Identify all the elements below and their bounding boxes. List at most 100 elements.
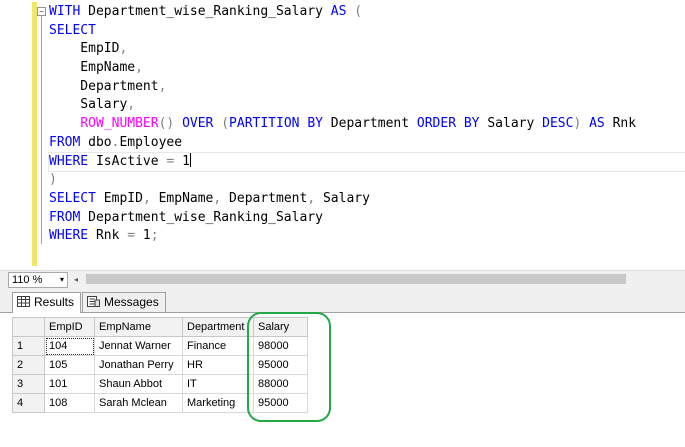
sql-text: Department (221, 190, 308, 206)
column-header-department[interactable]: Department (182, 317, 254, 337)
sql-operator: , (119, 41, 128, 57)
sql-keyword: SELECT (49, 190, 96, 206)
sql-operator: , (135, 60, 143, 76)
sql-text: Department_wise_Ranking_Salary (80, 209, 323, 225)
code-line[interactable]: SELECT EmpID, EmpName, Department, Salar… (49, 190, 685, 209)
column-header-empid[interactable]: EmpID (44, 317, 95, 337)
code-line[interactable]: FROM Department_wise_Ranking_Salary (49, 209, 685, 228)
table-row[interactable]: 4 108 Sarah Mclean Marketing 95000 (12, 393, 308, 413)
sql-text: Department (49, 78, 159, 94)
chevron-down-icon: ▾ (59, 275, 64, 284)
sql-text: 1 (174, 153, 190, 169)
cell-empname[interactable]: Jennat Warner (94, 336, 183, 356)
table-row[interactable]: 1 104 Jennat Warner Finance 98000 (12, 336, 308, 356)
zoom-select[interactable]: 110 % ▾ (8, 272, 68, 288)
zoom-bar: 110 % ▾ ◂ (0, 270, 685, 289)
results-grid: EmpID EmpName Department Salary 1 104 Je… (12, 317, 308, 413)
sql-keyword: DESC (542, 116, 574, 132)
cell-salary[interactable]: 98000 (253, 336, 308, 356)
cell-empid[interactable]: 105 (44, 355, 95, 375)
row-number[interactable]: 3 (12, 374, 45, 394)
sql-keyword: PARTITION BY (229, 116, 323, 132)
column-header-empname[interactable]: EmpName (94, 317, 183, 337)
code-line[interactable]: SELECT (49, 22, 685, 41)
sql-text: IsActive (88, 153, 167, 169)
horizontal-scrollbar[interactable] (86, 274, 626, 284)
sql-operator: , (158, 78, 167, 94)
sql-operator: = (127, 228, 136, 244)
code-line[interactable]: EmpID, (49, 40, 685, 59)
code-line[interactable]: ROW_NUMBER() OVER (PARTITION BY Departme… (49, 115, 685, 134)
row-number[interactable]: 2 (12, 355, 45, 375)
row-number[interactable]: 4 (12, 393, 45, 413)
cell-salary[interactable]: 95000 (253, 355, 308, 375)
text-cursor (189, 152, 191, 167)
cell-department[interactable]: IT (182, 374, 254, 394)
sql-operator: , (142, 190, 151, 206)
sql-text: Salary (49, 97, 128, 113)
code-line[interactable]: EmpName, (49, 59, 685, 78)
tab-results[interactable]: Results (12, 292, 82, 313)
code-line[interactable]: WHERE Rnk = 1; (49, 227, 685, 246)
tab-results-label: Results (34, 295, 75, 309)
code-line[interactable]: WITH Department_wise_Ranking_Salary AS ( (49, 3, 685, 22)
sql-text: Rnk (88, 228, 128, 244)
sql-keyword: WHERE (49, 153, 89, 169)
outline-line (41, 13, 42, 244)
code-line[interactable]: Department, (49, 78, 685, 97)
table-row[interactable]: 3 101 Shaun Abbot IT 88000 (12, 374, 308, 394)
grid-icon (17, 296, 30, 307)
sql-keyword: WHERE (49, 228, 89, 244)
tab-messages[interactable]: Messages (82, 292, 166, 312)
sql-operator: () (158, 116, 175, 132)
row-number[interactable]: 1 (12, 336, 45, 356)
cell-empname[interactable]: Jonathan Perry (94, 355, 183, 375)
cell-salary[interactable]: 88000 (253, 374, 308, 394)
sql-operator: ( (354, 4, 363, 19)
code-line[interactable]: WHERE IsActive = 1 (48, 151, 685, 173)
sql-keyword: ORDER BY (416, 116, 480, 132)
tab-messages-label: Messages (104, 295, 159, 309)
grid-header-row: EmpID EmpName Department Salary (12, 317, 308, 337)
sql-operator: , (307, 190, 316, 206)
sql-text: EmpName (150, 190, 214, 206)
cell-department[interactable]: HR (182, 355, 254, 375)
sql-text: Department (322, 116, 417, 132)
editor-margin (0, 0, 28, 270)
code-line[interactable]: ) (49, 171, 685, 190)
code-text[interactable]: WITH Department_wise_Ranking_Salary AS (… (48, 3, 685, 246)
grid-corner[interactable] (12, 317, 45, 337)
cell-empname[interactable]: Shaun Abbot (94, 374, 183, 394)
column-header-salary[interactable]: Salary (253, 317, 308, 337)
scroll-left-icon[interactable]: ◂ (74, 274, 82, 285)
table-row[interactable]: 2 105 Jonathan Perry HR 95000 (12, 355, 308, 375)
cell-department[interactable]: Marketing (182, 393, 254, 413)
collapse-icon[interactable]: − (37, 7, 46, 16)
sql-text: Department_wise_Ranking_Salary (80, 4, 331, 19)
sql-text: dbo (80, 134, 112, 150)
sql-text: Salary (479, 116, 543, 132)
cell-department[interactable]: Finance (182, 336, 254, 356)
code-line[interactable]: FROM dbo.Employee (49, 134, 685, 153)
results-tabs: Results Messages (0, 289, 685, 313)
sql-keyword: SELECT (49, 22, 96, 38)
sql-editor[interactable]: − WITH Department_wise_Ranking_Salary AS… (0, 0, 685, 270)
sql-text: EmpID (49, 41, 120, 57)
cell-empid[interactable]: 108 (44, 393, 95, 413)
cell-empid[interactable]: 101 (44, 374, 95, 394)
cell-salary[interactable]: 95000 (253, 393, 308, 413)
sql-keyword: WITH (49, 4, 81, 19)
sql-operator: ( (221, 116, 230, 132)
sql-keyword: FROM (49, 209, 81, 225)
sql-text: Employee (119, 134, 183, 150)
results-grid-area: EmpID EmpName Department Salary 1 104 Je… (0, 313, 685, 447)
sql-keyword: FROM (49, 134, 81, 150)
sql-operator: , (127, 97, 136, 113)
change-tracking-bar (32, 2, 37, 266)
cell-empname[interactable]: Sarah Mclean (94, 393, 183, 413)
cell-empid[interactable]: 104 (44, 336, 95, 356)
code-line[interactable]: Salary, (49, 96, 685, 115)
